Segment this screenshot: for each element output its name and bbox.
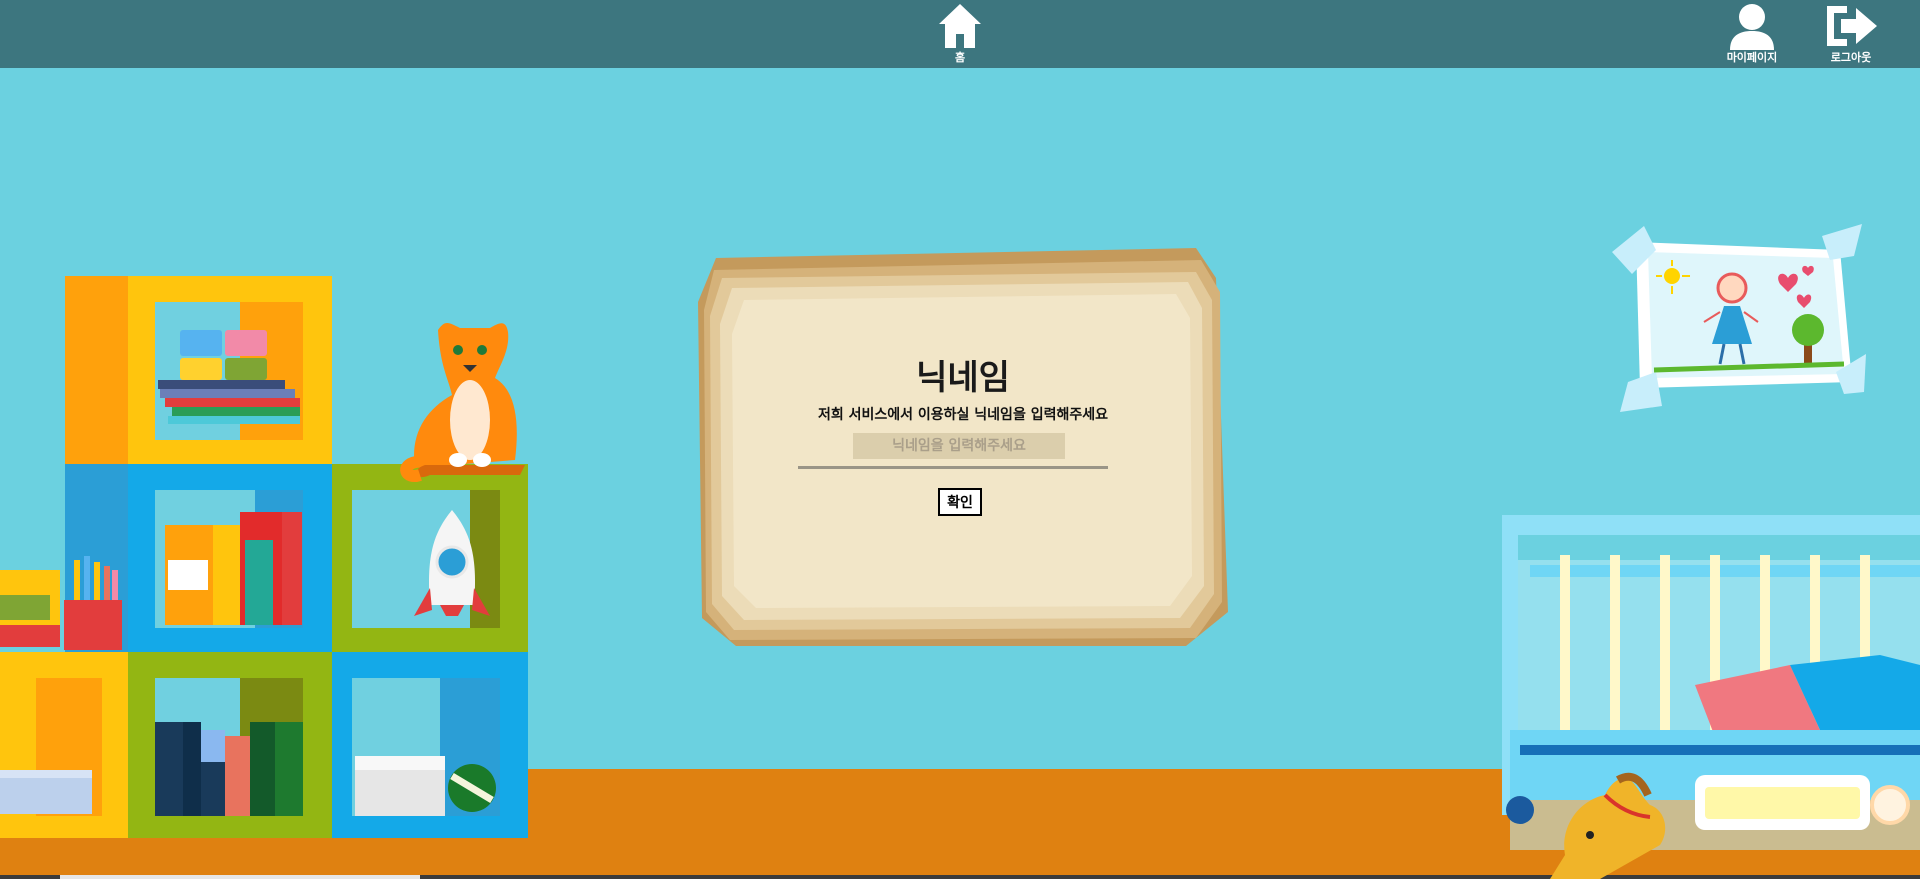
dialog-content: 닉네임 저희 서비스에서 이용하실 닉네임을 입력해주세요 확인 [696,242,1230,650]
input-underline [798,466,1108,469]
floor-edge-highlight [60,875,420,879]
logout-icon [1827,6,1877,46]
nickname-dialog: 닉네임 저희 서비스에서 이용하실 닉네임을 입력해주세요 확인 [696,242,1230,650]
home-label: 홈 [954,51,966,64]
logout-button[interactable]: 로그아웃 [1820,0,1882,68]
logout-label: 로그아웃 [1830,51,1872,64]
home-button[interactable]: 홈 [935,0,985,68]
dialog-description: 저희 서비스에서 이용하실 닉네임을 입력해주세요 [818,407,1108,423]
child-drawing-picture [1612,224,1866,412]
dialog-title: 닉네임 [916,358,1010,398]
bookshelf-illustration [0,276,528,838]
user-icon [1730,4,1774,50]
mypage-button[interactable]: 마이페이지 [1716,0,1788,68]
crib-illustration [1502,515,1920,879]
mypage-label: 마이페이지 [1726,51,1778,64]
nickname-input[interactable] [853,433,1065,459]
confirm-button[interactable]: 확인 [938,488,982,516]
top-nav-bar: 홈 마이페이지 로그아웃 [0,0,1920,68]
home-icon [939,4,981,48]
